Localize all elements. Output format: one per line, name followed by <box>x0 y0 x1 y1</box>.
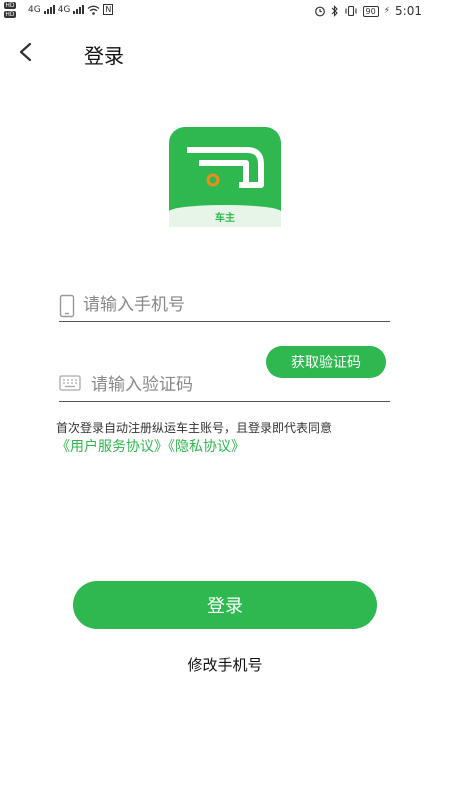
page-title: 登录 <box>84 44 124 68</box>
network-indicators: 4G 4G N <box>28 4 114 15</box>
agreement-notice: 首次登录自动注册纵运车主账号，且登录即代表同意 <box>56 421 333 435</box>
code-field <box>59 370 390 402</box>
login-button[interactable]: 登录 <box>73 581 377 629</box>
hd-badge: HD <box>4 11 16 18</box>
privacy-agreement-link[interactable]: 《隐私协议》 <box>168 439 245 455</box>
keyboard-icon <box>59 375 81 391</box>
code-input[interactable] <box>91 372 381 398</box>
user-agreement-link[interactable]: 《用户服务协议》 <box>56 439 168 455</box>
app-logo: 车主 <box>169 127 281 227</box>
agreement-links: 《用户服务协议》《隐私协议》 <box>56 436 245 456</box>
system-indicators: 90 ⚡ 5:01 <box>314 4 422 18</box>
phone-icon <box>59 294 75 318</box>
nfc-icon: N <box>103 4 114 15</box>
charging-icon: ⚡ <box>383 6 391 16</box>
signal-icon <box>43 5 55 14</box>
wifi-icon <box>87 5 100 15</box>
hd-indicators: HD HD <box>4 2 20 20</box>
battery-icon: 90 <box>362 5 379 17</box>
phone-input[interactable] <box>83 292 373 318</box>
signal-icon <box>73 5 85 14</box>
network-type: 4G <box>28 4 41 15</box>
bluetooth-icon <box>331 5 338 17</box>
logo-label: 车主 <box>215 213 235 224</box>
alarm-icon <box>314 6 325 17</box>
phone-field <box>59 290 390 322</box>
chevron-left-icon <box>19 42 32 62</box>
back-button[interactable] <box>14 38 40 66</box>
logo-tile <box>169 127 281 215</box>
truck-logo-icon <box>187 147 264 188</box>
network-type: 4G <box>57 4 71 15</box>
clock: 5:01 <box>395 4 422 18</box>
status-bar: HD HD 4G 4G N 90 ⚡ 5:01 <box>0 0 450 24</box>
change-phone-link[interactable]: 修改手机号 <box>0 654 450 675</box>
vibrate-icon <box>344 5 357 17</box>
hd-badge: HD <box>4 2 16 9</box>
login-screen: HD HD 4G 4G N 90 ⚡ 5:01 登录 车主 请输入手机号 获取验… <box>0 0 450 800</box>
